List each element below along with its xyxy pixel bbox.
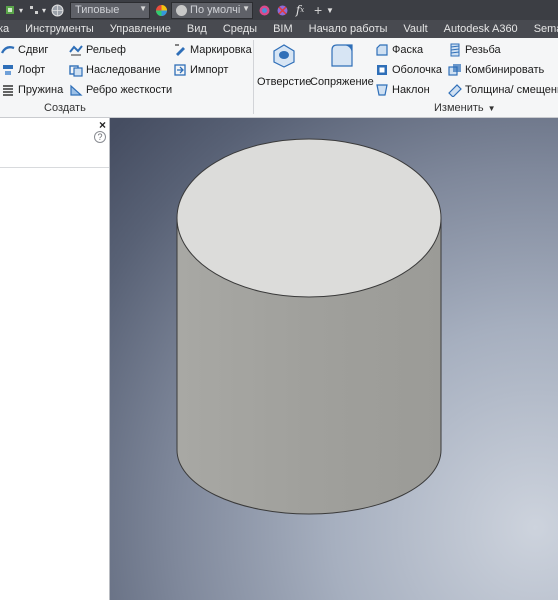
- fillet-button[interactable]: Сопряжение: [310, 42, 374, 88]
- model-browser-panel: × ?: [0, 118, 110, 600]
- thicken-icon: [448, 84, 462, 97]
- shell-label: Оболочка: [392, 64, 443, 76]
- help-icon[interactable]: ?: [94, 131, 106, 143]
- adjust-appearance-icon[interactable]: [257, 3, 271, 17]
- rib-label: Ребро жесткости: [86, 84, 173, 96]
- hole-label: Отверстие: [257, 76, 312, 88]
- select-filter-icon[interactable]: [27, 3, 41, 17]
- sweep-button[interactable]: Сдвиг: [1, 41, 48, 59]
- thread-icon: [450, 43, 460, 57]
- thread-button[interactable]: Резьба: [448, 41, 501, 59]
- tab-environments[interactable]: Среды: [215, 20, 265, 38]
- customize-chevron-icon[interactable]: ▼: [326, 6, 334, 15]
- mark-icon: [175, 44, 185, 56]
- import-icon: [174, 64, 186, 76]
- fillet-icon: [331, 44, 353, 67]
- color-wheel-icon[interactable]: [154, 3, 168, 17]
- tab-3d-model[interactable]: ка: [0, 20, 17, 38]
- chevron-down-icon[interactable]: ▾: [19, 6, 23, 15]
- rib-button[interactable]: Ребро жесткости: [69, 81, 172, 99]
- style-dropdown[interactable]: Типовые ▼: [70, 1, 151, 19]
- chamfer-button[interactable]: Фаска: [375, 41, 423, 59]
- group-separator: [253, 40, 254, 114]
- modify-group-expander[interactable]: Изменить ▼: [434, 102, 496, 114]
- emboss-icon: [69, 45, 83, 56]
- derive-label: Наследование: [86, 64, 161, 76]
- chevron-down-icon: ▼: [487, 103, 496, 113]
- shell-button[interactable]: Оболочка: [375, 61, 442, 79]
- import-button[interactable]: Импорт: [173, 61, 228, 79]
- combine-icon: [448, 64, 461, 76]
- sweep-label: Сдвиг: [18, 44, 49, 56]
- thread-label: Резьба: [465, 44, 501, 56]
- model-canvas: [176, 138, 442, 515]
- return-icon[interactable]: [4, 3, 18, 17]
- style-dropdown-value: Типовые: [75, 4, 120, 16]
- tab-vault[interactable]: Vault: [395, 20, 435, 38]
- emboss-button[interactable]: Рельеф: [69, 41, 126, 59]
- graphics-viewport[interactable]: [110, 118, 558, 600]
- loft-label: Лофт: [18, 64, 46, 76]
- coil-label: Пружина: [18, 84, 64, 96]
- quick-access-toolbar: ▾ ▾ Типовые ▼ По умолчі ▼ fx + ▼: [0, 0, 558, 20]
- combine-button[interactable]: Комбинировать: [448, 61, 544, 79]
- browser-panel-header: × ?: [0, 118, 109, 168]
- coil-icon: [3, 85, 13, 96]
- sweep-icon: [1, 45, 15, 54]
- draft-button[interactable]: Наклон: [375, 81, 430, 99]
- material-dropdown-value: По умолчі: [190, 4, 241, 16]
- tab-semantic[interactable]: Semantic: [526, 20, 558, 38]
- ribbon-panel: Сдвиг Лофт Пружина Рельеф Наследование Р…: [0, 38, 558, 118]
- emboss-label: Рельеф: [86, 44, 126, 56]
- combine-label: Комбинировать: [465, 64, 545, 76]
- fillet-label: Сопряжение: [310, 76, 374, 88]
- appearance-globe-icon[interactable]: [50, 3, 64, 17]
- chamfer-label: Фаска: [392, 44, 424, 56]
- loft-icon: [3, 65, 13, 75]
- modify-group-label: Изменить: [434, 102, 484, 114]
- tab-get-started[interactable]: Начало работы: [301, 20, 396, 38]
- draft-icon: [376, 84, 388, 96]
- chevron-down-icon: ▼: [139, 3, 148, 13]
- fx-icon[interactable]: fx: [293, 3, 307, 17]
- material-dropdown[interactable]: По умолчі ▼: [171, 1, 254, 19]
- rib-icon: [70, 84, 83, 96]
- cylinder-model[interactable]: [176, 138, 442, 515]
- ribbon-tabs: ка Инструменты Управление Вид Среды BIM …: [0, 20, 558, 38]
- hole-icon: [273, 44, 295, 68]
- import-label: Импорт: [190, 64, 229, 76]
- create-group-label: Создать: [44, 102, 86, 114]
- mark-button[interactable]: Маркировка: [173, 41, 252, 59]
- clear-appearance-icon[interactable]: [275, 3, 289, 17]
- tab-manage[interactable]: Управление: [102, 20, 179, 38]
- loft-button[interactable]: Лофт: [1, 61, 45, 79]
- coil-button[interactable]: Пружина: [1, 81, 63, 99]
- chevron-down-icon: ▼: [242, 3, 251, 13]
- derive-button[interactable]: Наследование: [69, 61, 161, 79]
- tab-autodesk-a360[interactable]: Autodesk A360: [436, 20, 526, 38]
- cylinder-top-face: [176, 138, 442, 298]
- thicken-offset-button[interactable]: Толщина/ смещение: [448, 81, 558, 99]
- hole-button[interactable]: Отверстие: [257, 42, 311, 88]
- chamfer-icon: [376, 44, 388, 56]
- tab-tools[interactable]: Инструменты: [17, 20, 102, 38]
- close-icon[interactable]: ×: [99, 118, 106, 132]
- mark-label: Маркировка: [190, 44, 252, 56]
- shell-icon: [377, 65, 387, 75]
- draft-label: Наклон: [392, 84, 430, 96]
- plus-icon[interactable]: +: [311, 2, 325, 18]
- derive-icon: [69, 65, 83, 77]
- tab-bim[interactable]: BIM: [265, 20, 301, 38]
- thicken-offset-label: Толщина/ смещение: [465, 84, 558, 96]
- material-sphere-icon: [176, 4, 188, 16]
- chevron-down-icon[interactable]: ▾: [42, 6, 46, 15]
- tab-view[interactable]: Вид: [179, 20, 215, 38]
